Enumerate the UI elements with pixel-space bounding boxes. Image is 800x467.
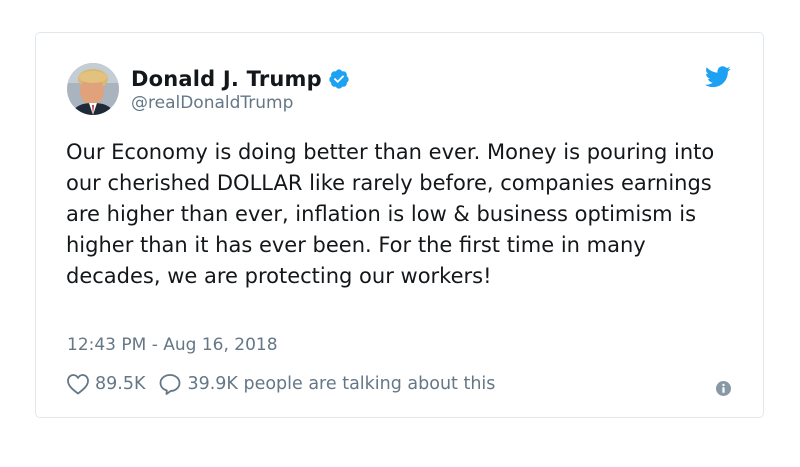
avatar[interactable] — [67, 63, 119, 115]
conversation-text: 39.9K people are talking about this — [187, 374, 496, 394]
speech-bubble-icon — [158, 373, 182, 395]
like-count: 89.5K — [95, 374, 146, 394]
like-button[interactable]: 89.5K — [66, 373, 145, 395]
info-icon[interactable] — [715, 380, 732, 397]
avatar-image — [67, 63, 119, 115]
tweet-timestamp[interactable]: 12:43 PM - Aug 16, 2018 — [67, 335, 278, 355]
reply-button[interactable]: 39.9K people are talking about this — [158, 373, 495, 395]
author-handle[interactable]: @realDonaldTrump — [131, 93, 293, 113]
tweet-card: Donald J. Trump @realDonaldTrump Our Eco… — [35, 32, 764, 418]
verified-badge-icon — [328, 68, 350, 90]
tweet-actions: 89.5K 39.9K people are talking about thi… — [66, 373, 495, 395]
heart-icon — [66, 373, 90, 395]
twitter-bird-icon[interactable] — [705, 66, 731, 88]
tweet-text: Our Economy is doing better than ever. M… — [66, 140, 715, 288]
display-name[interactable]: Donald J. Trump — [131, 67, 322, 91]
author-name-row: Donald J. Trump — [131, 65, 350, 93]
